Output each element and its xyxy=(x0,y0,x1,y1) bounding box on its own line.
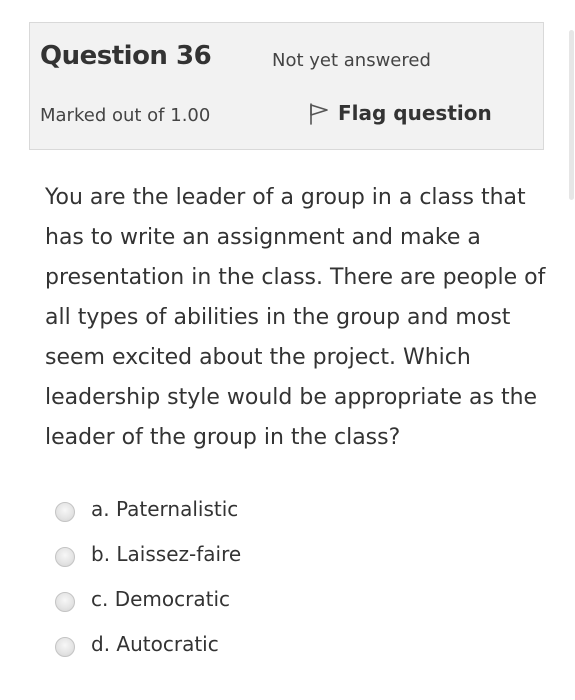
question-text: You are the leader of a group in a class… xyxy=(45,185,546,450)
answer-option-c[interactable]: c. Democratic xyxy=(55,576,535,621)
answer-label: a. Paternalistic xyxy=(91,496,239,521)
radio-unchecked-icon[interactable] xyxy=(55,591,75,612)
scrollbar[interactable] xyxy=(567,0,575,700)
answer-option-b[interactable]: b. Laissez-faire xyxy=(55,531,535,576)
flag-question-button[interactable]: Flag question xyxy=(308,101,492,125)
question-number: Question 36 xyxy=(40,41,212,71)
answer-label: c. Democratic xyxy=(91,586,231,611)
question-grade: Marked out of 1.00 xyxy=(40,105,211,126)
radio-unchecked-icon[interactable] xyxy=(55,546,75,567)
radio-unchecked-icon[interactable] xyxy=(55,501,75,522)
radio-unchecked-icon[interactable] xyxy=(55,636,75,657)
answer-label: b. Laissez-faire xyxy=(91,541,242,566)
answer-option-a[interactable]: a. Paternalistic xyxy=(55,486,535,531)
question-info-panel: Question 36 Not yet answered Marked out … xyxy=(29,22,544,150)
question-state: Not yet answered xyxy=(272,50,431,71)
answer-option-d[interactable]: d. Autocratic xyxy=(55,621,535,666)
flag-question-label: Flag question xyxy=(338,101,492,125)
answer-label: d. Autocratic xyxy=(91,631,219,656)
scrollbar-thumb[interactable] xyxy=(569,30,574,200)
flag-icon xyxy=(308,101,330,125)
answer-list: a. Paternalistic b. Laissez-faire c. Dem… xyxy=(55,486,535,666)
